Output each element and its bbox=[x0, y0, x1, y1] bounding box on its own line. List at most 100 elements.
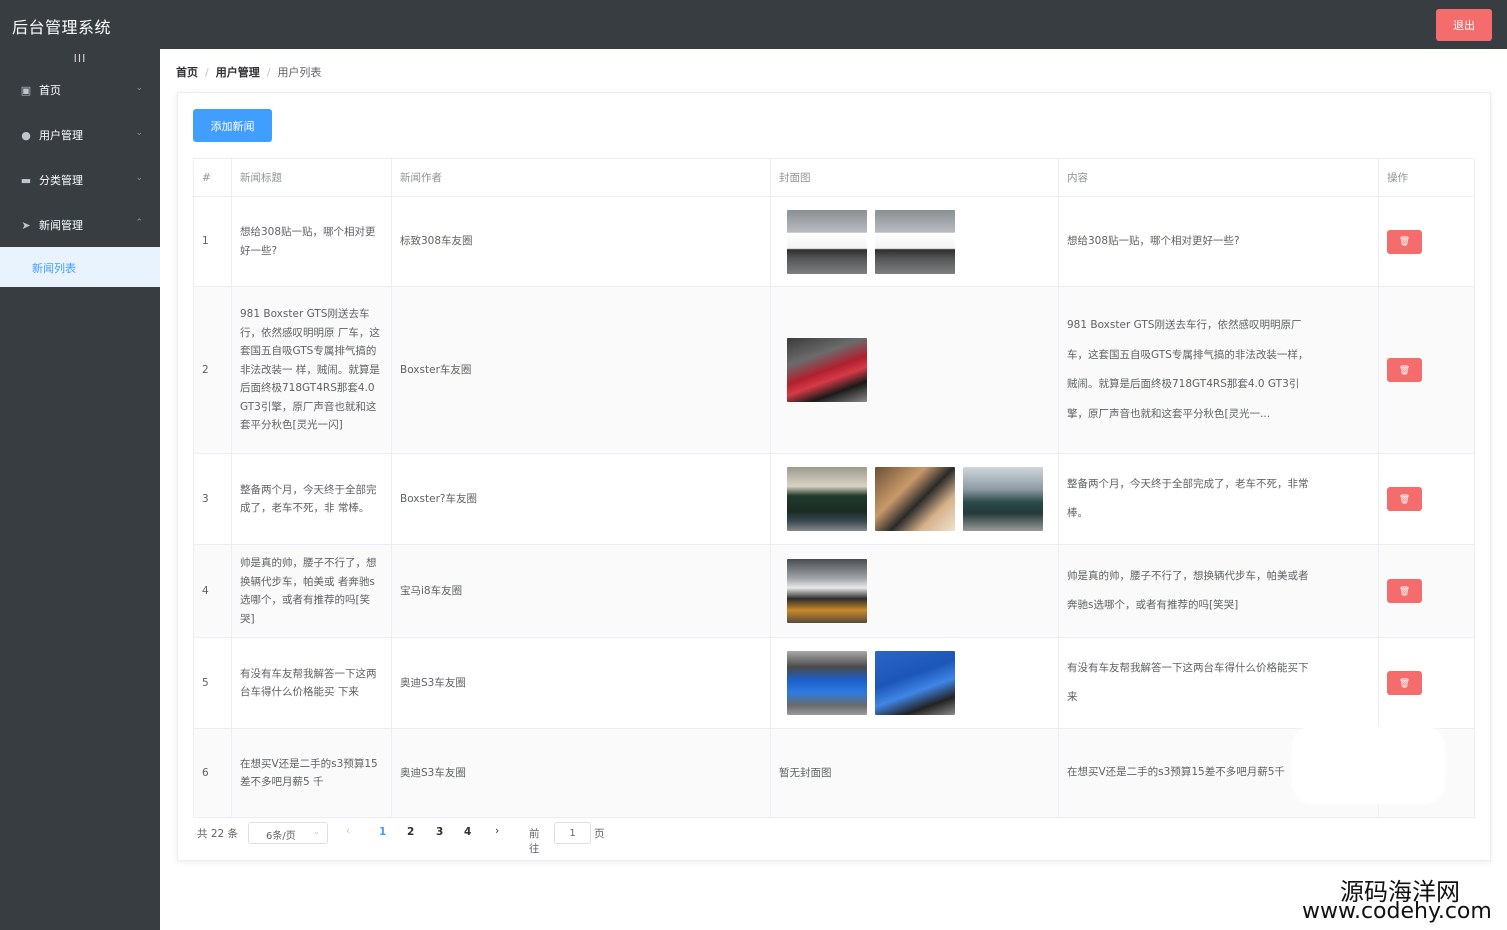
add-news-button[interactable]: 添加新闻 bbox=[193, 109, 272, 142]
column-header-cover: 封面图 bbox=[771, 159, 1059, 196]
cover-thumbnails bbox=[787, 651, 955, 715]
goto-label: 前往 bbox=[529, 828, 540, 855]
monitor-icon: ▬ bbox=[20, 174, 32, 187]
row-title: 帅是真的帅，腰子不行了，想换辆代步车，帕美或 者奔驰s选哪个，或者有推荐的吗[笑… bbox=[232, 545, 392, 637]
sidebar-item-news[interactable]: ➤ 新闻管理 ⌃ bbox=[0, 204, 160, 249]
table-row: 1 想给308贴一贴，哪个相对更好一些? 标致308车友圈 想给308贴一贴，哪个相对… bbox=[194, 197, 1475, 287]
cover-thumbnails bbox=[787, 467, 1043, 531]
row-author: 奥迪S3车友圈 bbox=[392, 638, 771, 728]
breadcrumb-home[interactable]: 首页 bbox=[176, 66, 198, 79]
row-content: 帅是真的帅，腰子不行了，想换辆代步车，帕美或者奔驰s选哪个，或者有推荐的吗[笑哭… bbox=[1059, 545, 1379, 637]
logout-button[interactable]: 退出 bbox=[1436, 9, 1492, 41]
watermark-url: www.codehy.com bbox=[1302, 899, 1492, 924]
trash-icon: 🗑 bbox=[1398, 585, 1411, 596]
row-index: 5 bbox=[194, 638, 232, 728]
table-body: 1 想给308贴一贴，哪个相对更好一些? 标致308车友圈 想给308贴一贴，哪个相对… bbox=[194, 197, 1475, 818]
prev-page-icon[interactable]: ‹ bbox=[346, 825, 350, 837]
trash-icon: 🗑 bbox=[1398, 677, 1411, 688]
chevron-down-icon: ⌄ bbox=[312, 827, 320, 837]
cover-image[interactable] bbox=[787, 209, 867, 274]
delete-button[interactable]: 🗑 bbox=[1387, 487, 1422, 511]
row-index: 4 bbox=[194, 545, 232, 637]
delete-button[interactable]: 🗑 bbox=[1387, 358, 1422, 382]
trash-icon: 🗑 bbox=[1398, 236, 1411, 246]
cover-image[interactable] bbox=[875, 209, 955, 274]
sidebar-item-label: 用户管理 bbox=[39, 129, 83, 142]
chevron-up-icon: ⌃ bbox=[135, 218, 143, 228]
row-index: 6 bbox=[194, 729, 232, 817]
cover-image[interactable] bbox=[787, 559, 867, 623]
breadcrumb-current: 用户列表 bbox=[277, 66, 322, 79]
row-cover bbox=[771, 545, 1059, 637]
page-number[interactable]: 4 bbox=[464, 826, 471, 838]
column-header-title: 新闻标题 bbox=[232, 159, 392, 196]
user-icon: ● bbox=[21, 129, 31, 142]
row-title: 整备两个月，今天终于全部完成了，老车不死，非 常棒。 bbox=[232, 454, 392, 544]
table-row: 2 981 Boxster GTS刚送去车行，依然感叹明明原 厂车，这套国五自吸G… bbox=[194, 287, 1475, 454]
next-page-icon[interactable]: › bbox=[495, 825, 499, 837]
news-table: # 新闻标题 新闻作者 封面图 内容 操作 1 想给308贴一贴，哪个相对更好一些… bbox=[193, 158, 1475, 818]
table-header-row: # 新闻标题 新闻作者 封面图 内容 操作 bbox=[194, 159, 1475, 197]
chevron-down-icon: ⌄ bbox=[135, 83, 143, 93]
row-author: 标致308车友圈 bbox=[392, 197, 771, 286]
row-author: Boxster?车友圈 bbox=[392, 454, 771, 544]
column-header-index: # bbox=[194, 159, 232, 196]
cover-thumbnails bbox=[787, 338, 867, 402]
top-header: 后台管理系统 退出 bbox=[0, 0, 1507, 49]
breadcrumb-separator: / bbox=[266, 66, 271, 79]
app-title: 后台管理系统 bbox=[12, 18, 112, 37]
page-number[interactable]: 3 bbox=[436, 826, 443, 838]
column-header-author: 新闻作者 bbox=[392, 159, 771, 196]
pagination-total: 共 22 条 bbox=[197, 828, 239, 840]
watermark-blob bbox=[1292, 726, 1445, 804]
row-index: 2 bbox=[194, 287, 232, 453]
row-content: 有没有车友帮我解答一下这两台车得什么价格能买下来 bbox=[1059, 638, 1379, 728]
row-index: 3 bbox=[194, 454, 232, 544]
row-title: 想给308贴一贴，哪个相对更好一些? bbox=[232, 197, 392, 286]
row-index: 1 bbox=[194, 197, 232, 286]
delete-button[interactable]: 🗑 bbox=[1387, 579, 1422, 603]
row-cover bbox=[771, 638, 1059, 728]
sidebar-item-label: 首页 bbox=[39, 84, 61, 97]
breadcrumb-section[interactable]: 用户管理 bbox=[216, 66, 260, 79]
no-cover-text: 暂无封面图 bbox=[779, 766, 832, 779]
row-content: 整备两个月，今天终于全部完成了，老车不死，非常棒。 bbox=[1059, 454, 1379, 544]
sidebar-item-users[interactable]: ● 用户管理 ⌄ bbox=[0, 114, 160, 159]
home-icon: ▣ bbox=[20, 84, 32, 97]
goto-page-input[interactable] bbox=[554, 822, 591, 844]
table-row: 6 在想买V还是二手的s3预算15差不多吧月薪5 千奥迪S3车友圈 暂无封面图 在想买… bbox=[194, 729, 1475, 818]
cover-image[interactable] bbox=[787, 651, 867, 715]
sidebar-item-categories[interactable]: ▬ 分类管理 ⌄ bbox=[0, 159, 160, 204]
sidebar-item-label: 新闻管理 bbox=[39, 219, 83, 232]
row-title: 有没有车友帮我解答一下这两台车得什么价格能买 下来 bbox=[232, 638, 392, 728]
cover-thumbnails bbox=[787, 559, 867, 623]
row-author: 奥迪S3车友圈 bbox=[392, 729, 771, 817]
cover-image[interactable] bbox=[787, 338, 867, 402]
delete-button[interactable]: 🗑 bbox=[1387, 671, 1422, 695]
page-number[interactable]: 1 bbox=[379, 826, 386, 838]
row-actions: 🗑 bbox=[1379, 287, 1475, 453]
sidebar-item-label: 分类管理 bbox=[39, 174, 83, 187]
table-row: 4 帅是真的帅，腰子不行了，想换辆代步车，帕美或 者奔驰s选哪个，或者有推荐的吗[… bbox=[194, 545, 1475, 638]
collapse-toggle-icon[interactable]: III bbox=[0, 49, 160, 71]
column-header-actions: 操作 bbox=[1379, 159, 1475, 196]
cover-image[interactable] bbox=[875, 467, 955, 531]
send-icon: ➤ bbox=[21, 219, 31, 232]
breadcrumb-separator: / bbox=[205, 66, 209, 79]
row-actions: 🗑 bbox=[1379, 454, 1475, 544]
delete-button[interactable]: 🗑 bbox=[1387, 229, 1422, 254]
table-row: 5 有没有车友帮我解答一下这两台车得什么价格能买 下来 奥迪S3车友圈 有没有车友帮我… bbox=[194, 638, 1475, 729]
cover-image[interactable] bbox=[787, 467, 867, 531]
sidebar-subitem-news-list[interactable]: 新闻列表 bbox=[0, 247, 160, 287]
row-author: 宝马i8车友圈 bbox=[392, 545, 771, 637]
sidebar: III ▣ 首页 ⌄ ● 用户管理 ⌄ ▬ 分类管理 ⌄ ➤ 新闻管理 ⌃ 新闻… bbox=[0, 49, 160, 930]
page-number[interactable]: 2 bbox=[407, 826, 414, 838]
cover-image[interactable] bbox=[875, 651, 955, 715]
cover-image[interactable] bbox=[963, 467, 1043, 531]
sidebar-item-home[interactable]: ▣ 首页 ⌄ bbox=[0, 69, 160, 114]
row-cover: 暂无封面图 bbox=[771, 729, 1059, 817]
page-size-select[interactable]: 6条/页 ⌄ bbox=[248, 822, 328, 844]
cover-thumbnails bbox=[787, 209, 955, 274]
row-title: 981 Boxster GTS刚送去车行，依然感叹明明原 厂车，这套国五自吸GT… bbox=[232, 287, 392, 453]
row-cover bbox=[771, 287, 1059, 453]
